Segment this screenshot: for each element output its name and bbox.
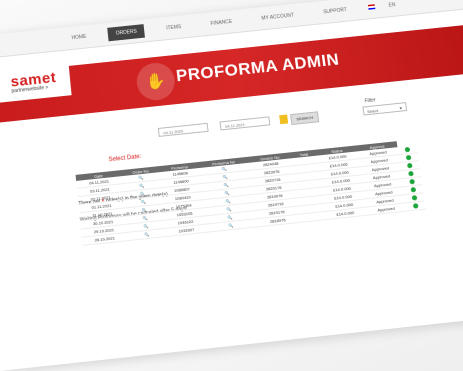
filter-select[interactable]: Select ▼	[362, 102, 408, 116]
status-dot-icon	[405, 154, 412, 160]
logo[interactable]: samet partnerwebsite >	[10, 69, 57, 94]
status-dot-icon	[407, 170, 414, 176]
filter-label: Filter	[364, 97, 377, 105]
tilted-stage: ✉ ⏻ Home Orders Items Finance My Account…	[0, 0, 463, 371]
total-cell	[298, 211, 326, 223]
status-dot-icon	[410, 186, 417, 193]
select-date-label: Select Date:	[108, 153, 142, 164]
search-button[interactable]: SEARCH	[290, 111, 320, 126]
filter-select-value: Select	[366, 108, 379, 115]
date-from-input[interactable]: 04.11.2020	[157, 122, 209, 137]
app-window: ✉ ⏻ Home Orders Items Finance My Account…	[0, 0, 463, 371]
status-dot-icon	[411, 194, 418, 201]
approve-cell	[405, 200, 426, 212]
language-label[interactable]: EN	[388, 2, 396, 8]
chevron-down-icon: ▼	[398, 105, 404, 111]
status-dot-icon	[404, 146, 411, 152]
date-to-input[interactable]: 04.11.2021	[219, 116, 271, 131]
nav-item-my-account[interactable]: My Account	[253, 7, 303, 25]
nav-item-home[interactable]: Home	[63, 29, 95, 46]
nav-item-items[interactable]: Items	[158, 19, 190, 36]
status-dot-icon	[409, 178, 415, 184]
status-dot-icon	[412, 202, 419, 209]
calendar-icon[interactable]	[279, 114, 289, 125]
flag-icon[interactable]	[367, 4, 376, 10]
nav-item-support[interactable]: Support	[315, 2, 356, 19]
status-dot-icon	[406, 162, 413, 168]
nav-item-finance[interactable]: Finance	[202, 14, 241, 31]
nav-item-orders[interactable]: Orders	[107, 23, 146, 41]
